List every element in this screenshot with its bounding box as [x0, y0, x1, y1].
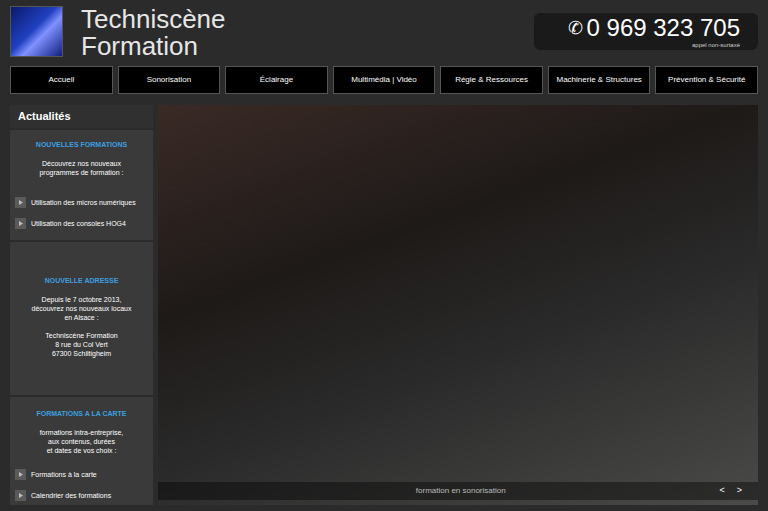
nav-item[interactable]: Éclairage	[225, 66, 328, 94]
sidebar-link[interactable]: Formations à la carte	[15, 469, 148, 480]
main: Actualités NOUVELLES FORMATIONS Découvrez …	[0, 105, 768, 505]
nav-item[interactable]: Prévention & Sécurité	[655, 66, 758, 94]
phone-number[interactable]: 0 969 323 705	[587, 14, 740, 42]
page: TechniscèneFormation ✆0 969 323 705appel …	[0, 0, 768, 511]
nav-item[interactable]: Machinerie & Structures	[548, 66, 651, 94]
nav-item[interactable]: Sonorisation	[118, 66, 221, 94]
logo-icon[interactable]	[10, 6, 63, 57]
header: TechniscèneFormation ✆0 969 323 705appel …	[0, 0, 768, 60]
nav-item[interactable]: Régie & Ressources	[440, 66, 543, 94]
sidebar-section: NOUVELLE ADRESSE Depuis le 7 octobre 2013…	[10, 240, 153, 395]
title-line: Formation	[81, 33, 226, 60]
section-text: formations intra-entreprise,aux contenus…	[10, 428, 153, 455]
section-text: Depuis le 7 octobre 2013,découvrez nos n…	[10, 295, 153, 358]
phone-icon: ✆	[568, 14, 583, 42]
sidebar-section: NOUVELLES FORMATIONS Découvrez nos nouvea…	[10, 128, 153, 240]
nav-bar: AccueilSonorisationÉclairageMultimédia |…	[0, 66, 768, 94]
site-title[interactable]: TechniscèneFormation	[81, 6, 226, 60]
title-line: Techniscène	[81, 6, 226, 33]
sidebar: Actualités NOUVELLES FORMATIONS Découvrez …	[10, 105, 153, 505]
phone-box: ✆0 969 323 705appel non-surtaxé	[534, 13, 758, 50]
sidebar-section: FORMATIONS A LA CARTE formations intra-en…	[10, 395, 153, 505]
prev-button[interactable]: <	[713, 484, 730, 498]
sidebar-link[interactable]: Utilisation des consoles HOG4	[15, 218, 148, 229]
arrow-icon	[15, 469, 26, 480]
nav-item[interactable]: Accueil	[10, 66, 113, 94]
section-title: NOUVELLE ADRESSE	[10, 276, 153, 285]
section-text: Découvrez nos nouveauxprogrammes de form…	[10, 159, 153, 177]
phone-note: appel non-surtaxé	[692, 42, 740, 49]
arrow-icon	[15, 218, 26, 229]
section-title: FORMATIONS A LA CARTE	[10, 409, 153, 418]
sidebar-link[interactable]: Utilisation des micros numériques	[15, 197, 148, 208]
slide-caption: formation en sonorisation	[168, 485, 713, 497]
photo-slider: formation en sonorisation<>	[158, 105, 758, 505]
section-title: NOUVELLES FORMATIONS	[10, 140, 153, 149]
arrow-icon	[15, 197, 26, 208]
sidebar-link[interactable]: Calendrier des formations	[15, 490, 148, 501]
caption-bar: formation en sonorisation<>	[158, 482, 758, 500]
nav-item[interactable]: Multimédia | Vidéo	[333, 66, 436, 94]
arrow-icon	[15, 490, 26, 501]
sidebar-title: Actualités	[10, 105, 153, 128]
next-button[interactable]: >	[731, 484, 748, 498]
